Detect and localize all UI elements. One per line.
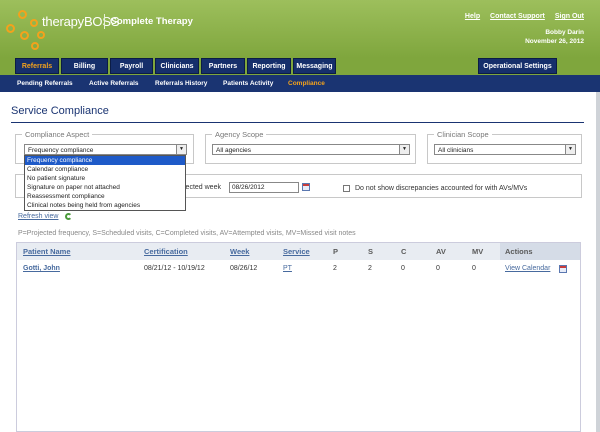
user-info: Bobby Darin November 26, 2012 xyxy=(525,28,584,46)
tab-operational-settings[interactable]: Operational Settings xyxy=(478,58,557,74)
refresh-icon[interactable] xyxy=(65,213,72,220)
logo-dot-icon xyxy=(6,24,15,33)
tab-messaging[interactable]: Messaging xyxy=(293,58,336,74)
logo-dot-icon xyxy=(30,19,38,27)
mv-cell: 0 xyxy=(472,265,476,272)
compliance-aspect-select[interactable]: Frequency compliance ▼ xyxy=(24,144,187,155)
app-header: therapyBOSS Complete Therapy Help Contac… xyxy=(0,0,600,58)
subnav-active-referrals[interactable]: Active Referrals xyxy=(89,75,139,92)
help-link[interactable]: Help xyxy=(465,13,480,20)
subnav-pending-referrals[interactable]: Pending Referrals xyxy=(17,75,73,92)
view-calendar-link[interactable]: View Calendar xyxy=(505,263,550,275)
company-name: Complete Therapy xyxy=(110,16,193,27)
discrepancy-checkbox[interactable] xyxy=(343,185,350,192)
logo-dot-icon xyxy=(18,10,27,19)
app-logo[interactable]: therapyBOSS xyxy=(42,14,119,29)
dropdown-option[interactable]: Signature on paper not attached xyxy=(25,183,185,192)
logo-dot-icon xyxy=(31,42,39,50)
agency-scope-legend: Agency Scope xyxy=(212,130,267,139)
subnav-patients-activity[interactable]: Patients Activity xyxy=(223,75,273,92)
table-header: Patient Name Certification Week Service … xyxy=(17,243,580,260)
contact-support-link[interactable]: Contact Support xyxy=(490,13,545,20)
logo-dot-icon xyxy=(37,31,45,39)
col-certification[interactable]: Certification xyxy=(144,243,188,260)
week-label: lected week xyxy=(184,184,221,191)
tab-referrals[interactable]: Referrals xyxy=(15,58,59,74)
compliance-aspect-legend: Compliance Aspect xyxy=(22,130,93,139)
service-link[interactable]: PT xyxy=(283,263,292,275)
dropdown-option[interactable]: Clinical notes being held from agencies xyxy=(25,201,185,210)
logo-divider xyxy=(104,14,105,29)
chevron-down-icon[interactable]: ▼ xyxy=(565,145,575,154)
dropdown-option[interactable]: Reassessment compliance xyxy=(25,192,185,201)
dropdown-option[interactable]: No patient signature xyxy=(25,174,185,183)
col-av: AV xyxy=(436,247,446,256)
col-mv: MV xyxy=(472,247,484,256)
subnav-compliance[interactable]: Compliance xyxy=(288,75,325,92)
week-date-input[interactable]: 08/26/2012 xyxy=(229,182,299,193)
logo-dot-icon xyxy=(20,31,29,40)
top-links: Help Contact Support Sign Out xyxy=(457,13,584,20)
col-service[interactable]: Service xyxy=(283,243,310,260)
current-date: November 26, 2012 xyxy=(525,38,584,45)
chevron-down-icon[interactable]: ▼ xyxy=(399,145,409,154)
agency-scope-select[interactable]: All agencies ▼ xyxy=(212,144,410,155)
chevron-down-icon[interactable]: ▼ xyxy=(176,145,186,154)
dropdown-option[interactable]: Frequency compliance xyxy=(25,156,185,165)
sign-out-link[interactable]: Sign Out xyxy=(555,13,584,20)
col-c: C xyxy=(401,247,407,256)
clinician-scope-select[interactable]: All clinicians ▼ xyxy=(434,144,576,155)
sub-nav: Pending Referrals Active Referrals Refer… xyxy=(0,75,600,92)
av-cell: 0 xyxy=(436,265,440,272)
main-nav: Referrals Billing Payroll Clinicians Par… xyxy=(0,58,600,75)
tab-clinicians[interactable]: Clinicians xyxy=(155,58,199,74)
patient-name-link[interactable]: Gotti, John xyxy=(23,263,60,275)
page-title: Service Compliance xyxy=(11,105,109,117)
col-patient-name[interactable]: Patient Name xyxy=(23,243,71,260)
clinician-scope-value: All clinicians xyxy=(438,147,474,154)
subnav-referrals-history[interactable]: Referrals History xyxy=(155,75,207,92)
discrepancy-label: Do not show discrepancies accounted for … xyxy=(355,185,528,192)
clinician-scope-legend: Clinician Scope xyxy=(434,130,492,139)
dropdown-option[interactable]: Calendar compliance xyxy=(25,165,185,174)
col-p: P xyxy=(333,247,339,256)
week-cell: 08/26/12 xyxy=(230,265,258,272)
tab-payroll[interactable]: Payroll xyxy=(110,58,153,74)
calendar-icon[interactable] xyxy=(302,183,310,191)
column-legend: P=Projected frequency, S=Scheduled visit… xyxy=(18,230,356,237)
tab-partners[interactable]: Partners xyxy=(201,58,245,74)
tab-reporting[interactable]: Reporting xyxy=(247,58,291,74)
col-s: S xyxy=(368,247,374,256)
tab-billing[interactable]: Billing xyxy=(61,58,108,74)
compliance-table: Patient Name Certification Week Service … xyxy=(16,242,581,432)
agency-scope-value: All agencies xyxy=(216,147,252,154)
c-cell: 0 xyxy=(401,265,405,272)
p-cell: 2 xyxy=(333,265,337,272)
compliance-aspect-value: Frequency compliance xyxy=(28,147,94,154)
s-cell: 2 xyxy=(368,265,372,272)
page-edge xyxy=(596,92,600,432)
certification-cell: 08/21/12 - 10/19/12 xyxy=(144,265,205,272)
refresh-view-link[interactable]: Refresh view xyxy=(18,213,58,220)
calendar-icon[interactable] xyxy=(559,265,567,273)
col-actions: Actions xyxy=(505,247,533,256)
title-rule xyxy=(11,122,584,123)
user-name: Bobby Darin xyxy=(545,29,584,36)
compliance-aspect-dropdown: Frequency compliance Calendar compliance… xyxy=(24,155,186,211)
col-week[interactable]: Week xyxy=(230,243,249,260)
